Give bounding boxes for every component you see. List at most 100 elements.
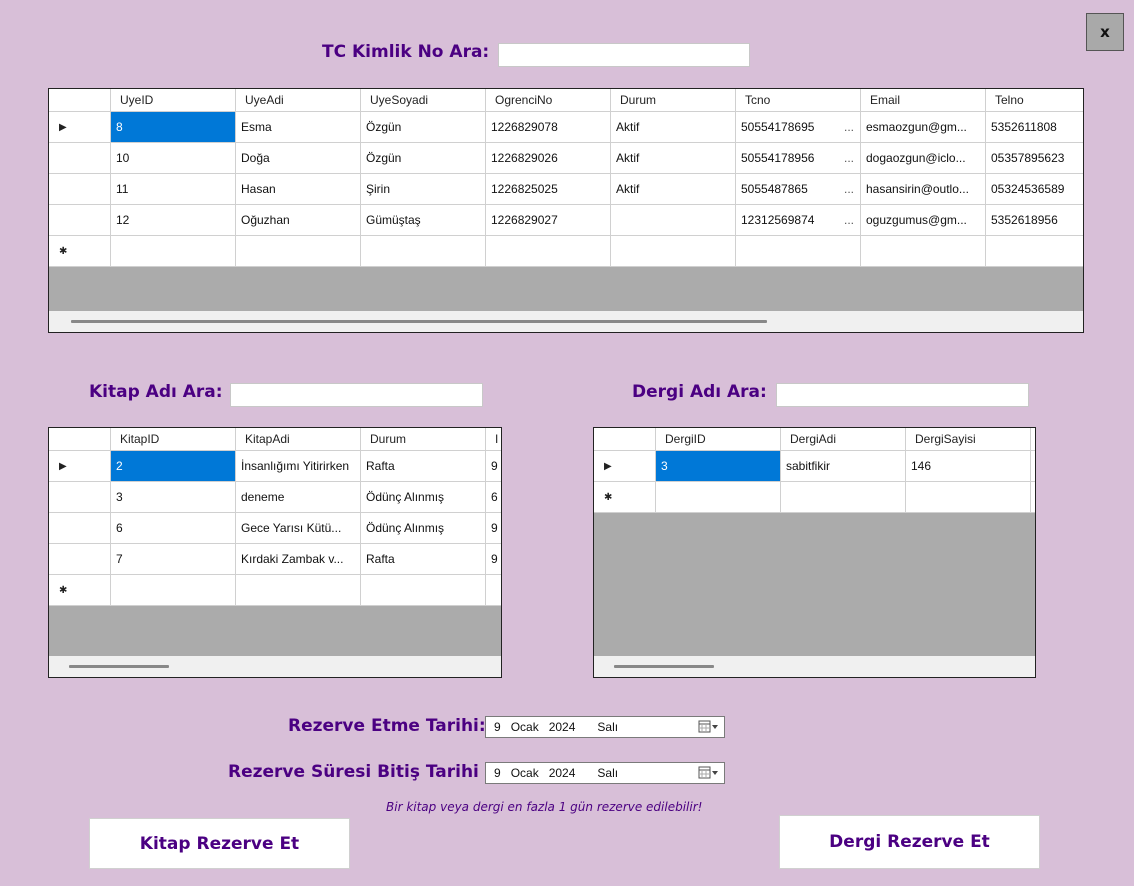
cell[interactable]: 1226829027 [486,205,611,235]
cell[interactable]: Oğuzhan [236,205,361,235]
cell[interactable] [236,575,361,605]
cell[interactable]: deneme [236,482,361,512]
col-header-kitapadi[interactable]: KitapAdi [236,428,361,450]
kitap-grid[interactable]: KitapID KitapAdi Durum I ▶ 2 İnsanlığımı… [48,427,502,678]
table-row[interactable]: ▶ 8 Esma Özgün 1226829078 Aktif 50554178… [49,112,1083,143]
new-row[interactable]: ✱ [49,236,1083,267]
col-header-kitapid[interactable]: KitapID [111,428,236,450]
cell-tcno[interactable]: 5055487865... [736,174,861,204]
kitap-search-input[interactable] [230,383,483,407]
col-header-partial[interactable]: D [1031,428,1035,450]
date-month[interactable]: Ocak [511,720,539,734]
cell[interactable] [111,236,236,266]
cell[interactable]: 05324536589 [986,174,1083,204]
table-row[interactable]: 7 Kırdaki Zambak v... Rafta 9 [49,544,501,575]
cell[interactable]: oguzgumus@gm... [861,205,986,235]
cell[interactable] [111,575,236,605]
cell[interactable] [486,575,501,605]
cell[interactable]: Esma [236,112,361,142]
col-header-dergiid[interactable]: DergiID [656,428,781,450]
dergi-rezerve-button[interactable]: Dergi Rezerve Et [779,815,1040,869]
close-button[interactable]: x [1086,13,1124,51]
row-header[interactable] [49,544,111,574]
rezerve-bitis-date-picker[interactable]: 9 Ocak 2024 Salı [485,762,725,784]
cell[interactable]: 3 [656,451,781,481]
horizontal-scrollbar[interactable] [49,656,501,677]
cell[interactable]: 6 [111,513,236,543]
cell[interactable] [486,236,611,266]
horizontal-scrollbar[interactable] [49,311,1083,332]
col-header-dergisayisi[interactable]: DergiSayisi [906,428,1031,450]
cell[interactable] [656,482,781,512]
cell-tcno[interactable]: 50554178956... [736,143,861,173]
cell[interactable]: İnsanlığımı Yitirirken [236,451,361,481]
cell[interactable]: 8 [111,112,236,142]
table-row[interactable]: 12 Oğuzhan Gümüştaş 1226829027 123125698… [49,205,1083,236]
cell[interactable]: esmaozgun@gm... [861,112,986,142]
cell[interactable] [736,236,861,266]
row-header[interactable] [49,205,111,235]
cell[interactable]: Şirin [361,174,486,204]
table-row[interactable]: 3 deneme Ödünç Alınmış 6 [49,482,501,513]
cell[interactable]: 6 [486,482,501,512]
date-day[interactable]: 9 [494,720,501,734]
uye-grid[interactable]: UyeID UyeAdi UyeSoyadi OgrenciNo Durum T… [48,88,1084,333]
row-header[interactable] [49,174,111,204]
cell[interactable]: Rafta [361,544,486,574]
cell[interactable]: Özgün [361,112,486,142]
cell[interactable] [236,236,361,266]
cell[interactable]: 7 [111,544,236,574]
table-row[interactable]: ▶ 3 sabitfikir 146 R [594,451,1035,482]
cell[interactable]: hasansirin@outlo... [861,174,986,204]
cell[interactable]: Aktif [611,143,736,173]
row-header[interactable] [49,143,111,173]
horizontal-scrollbar[interactable] [594,656,1035,677]
cell[interactable]: Aktif [611,174,736,204]
cell[interactable]: Hasan [236,174,361,204]
cell[interactable]: 146 [906,451,1031,481]
col-header-uyesoyadi[interactable]: UyeSoyadi [361,89,486,111]
cell[interactable]: dogaozgun@iclo... [861,143,986,173]
cell[interactable] [361,236,486,266]
cell[interactable]: Ödünç Alınmış [361,513,486,543]
col-header-ogrencino[interactable]: OgrenciNo [486,89,611,111]
cell[interactable]: 10 [111,143,236,173]
cell[interactable]: Kırdaki Zambak v... [236,544,361,574]
cell[interactable]: 05357895623 [986,143,1083,173]
cell[interactable]: R [1031,451,1035,481]
cell[interactable] [906,482,1031,512]
calendar-dropdown-icon[interactable] [698,766,720,780]
cell-tcno[interactable]: 12312569874... [736,205,861,235]
cell[interactable]: 12 [111,205,236,235]
cell[interactable]: 11 [111,174,236,204]
col-header-uyeid[interactable]: UyeID [111,89,236,111]
cell[interactable]: Aktif [611,112,736,142]
row-header[interactable] [49,482,111,512]
cell[interactable]: 3 [111,482,236,512]
cell[interactable]: 1226825025 [486,174,611,204]
cell[interactable]: 5352611808 [986,112,1083,142]
col-header-durum[interactable]: Durum [611,89,736,111]
cell[interactable]: 2 [111,451,236,481]
cell[interactable]: 9 [486,451,501,481]
col-header-durum[interactable]: Durum [361,428,486,450]
table-row[interactable]: 6 Gece Yarısı Kütü... Ödünç Alınmış 9 [49,513,501,544]
scrollbar-thumb[interactable] [614,665,714,668]
new-row[interactable]: ✱ [594,482,1035,513]
calendar-dropdown-icon[interactable] [698,720,720,734]
kitap-rezerve-button[interactable]: Kitap Rezerve Et [89,818,350,869]
col-header-telno[interactable]: Telno [986,89,1083,111]
cell[interactable]: Gece Yarısı Kütü... [236,513,361,543]
cell[interactable]: 5352618956 [986,205,1083,235]
cell[interactable]: Doğa [236,143,361,173]
col-header-partial[interactable]: I [486,428,501,450]
col-header-uyeadi[interactable]: UyeAdi [236,89,361,111]
scrollbar-thumb[interactable] [71,320,767,323]
cell[interactable] [861,236,986,266]
cell[interactable] [611,236,736,266]
cell[interactable]: 1226829026 [486,143,611,173]
cell[interactable]: Gümüştaş [361,205,486,235]
cell[interactable]: sabitfikir [781,451,906,481]
dergi-search-input[interactable] [776,383,1029,407]
cell[interactable]: Özgün [361,143,486,173]
